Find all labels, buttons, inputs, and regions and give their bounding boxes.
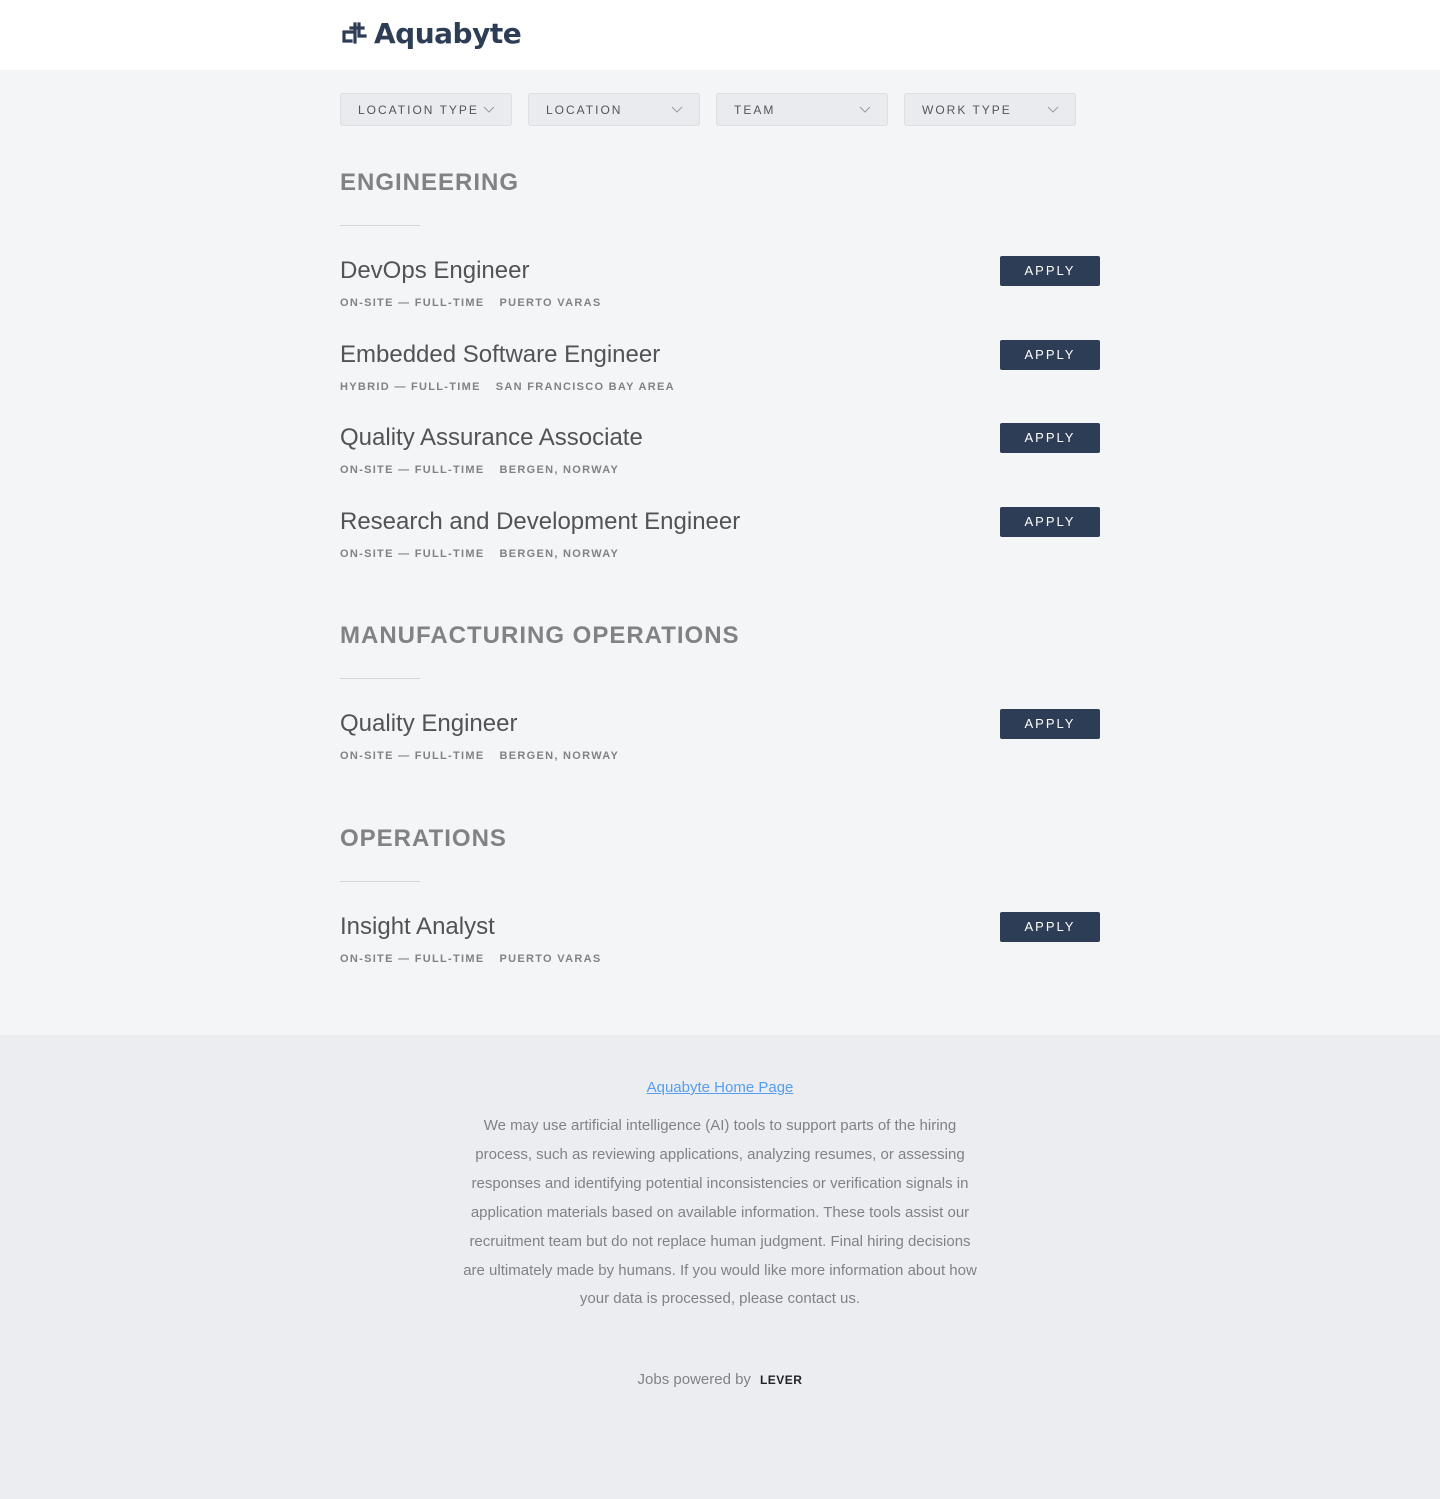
posting-title[interactable]: Insight Analyst bbox=[340, 912, 1100, 942]
group-title: MANUFACTURING OPERATIONS bbox=[340, 622, 740, 649]
posting-location: BERGEN, NORWAY bbox=[499, 464, 620, 476]
posting-location: PUERTO VARAS bbox=[499, 952, 602, 965]
posting-item: Quality Engineer ON-SITE — FULL-TIME BER… bbox=[340, 709, 1100, 793]
apply-button[interactable]: APPLY bbox=[1000, 709, 1100, 739]
powered-by: Jobs powered by LEVER bbox=[0, 1371, 1440, 1388]
chevron-down-icon bbox=[671, 106, 683, 113]
posting-title[interactable]: Research and Development Engineer bbox=[340, 507, 1100, 537]
chevron-down-icon bbox=[1047, 106, 1059, 113]
filter-bar: LOCATION TYPE LOCATION TEAM WORK TYPE bbox=[340, 70, 1100, 126]
group-title: ENGINEERING bbox=[340, 169, 520, 196]
apply-button[interactable]: APPLY bbox=[1000, 339, 1100, 370]
company-logo[interactable]: Aquabyte bbox=[340, 17, 522, 50]
filter-label: LOCATION TYPE bbox=[358, 102, 479, 117]
filter-label: TEAM bbox=[734, 102, 776, 117]
posting-commitment: ON-SITE — FULL-TIME bbox=[340, 547, 485, 560]
postings-container: LOCATION TYPE LOCATION TEAM WORK TYPE EN… bbox=[340, 70, 1100, 995]
posting-commitment: ON-SITE — FULL-TIME bbox=[340, 464, 485, 476]
posting-meta: ON-SITE — FULL-TIME BERGEN, NORWAY bbox=[340, 464, 1100, 476]
group-title: OPERATIONS bbox=[340, 824, 507, 852]
filter-location[interactable]: LOCATION bbox=[528, 93, 700, 126]
apply-button[interactable]: APPLY bbox=[1000, 506, 1100, 537]
chevron-down-icon bbox=[483, 106, 495, 113]
posting-location: PUERTO VARAS bbox=[499, 297, 602, 309]
posting-group-engineering: ENGINEERING DevOps Engineer ON-SITE — FU… bbox=[340, 168, 1100, 590]
posting-commitment: HYBRID — FULL-TIME bbox=[340, 380, 481, 393]
lever-logo[interactable]: LEVER bbox=[760, 1373, 803, 1387]
posting-item: Research and Development Engineer ON-SIT… bbox=[340, 506, 1100, 591]
logo-wordmark: Aquabyte bbox=[374, 17, 522, 50]
posting-meta: HYBRID — FULL-TIME SAN FRANCISCO BAY ARE… bbox=[340, 381, 1100, 393]
apply-button[interactable]: APPLY bbox=[1000, 911, 1100, 942]
apply-button[interactable]: APPLY bbox=[1000, 423, 1100, 453]
group-divider bbox=[340, 678, 420, 679]
posting-title[interactable]: Embedded Software Engineer bbox=[340, 340, 1100, 370]
posting-meta: ON-SITE — FULL-TIME PUERTO VARAS bbox=[340, 297, 1100, 309]
posting-commitment: ON-SITE — FULL-TIME bbox=[340, 750, 485, 762]
posting-group-manufacturing-operations: MANUFACTURING OPERATIONS Quality Enginee… bbox=[340, 621, 1100, 793]
posting-location: SAN FRANCISCO BAY AREA bbox=[495, 380, 675, 393]
filter-team[interactable]: TEAM bbox=[716, 93, 888, 126]
site-footer: Aquabyte Home Page We may use artificial… bbox=[0, 1035, 1440, 1499]
posting-item: DevOps Engineer ON-SITE — FULL-TIME PUER… bbox=[340, 256, 1100, 340]
posting-meta: ON-SITE — FULL-TIME PUERTO VARAS bbox=[340, 953, 1100, 965]
posting-location: BERGEN, NORWAY bbox=[499, 547, 620, 560]
posting-meta: ON-SITE — FULL-TIME BERGEN, NORWAY bbox=[340, 750, 1100, 762]
posting-commitment: ON-SITE — FULL-TIME bbox=[340, 952, 485, 965]
group-divider bbox=[340, 880, 420, 882]
filter-location-type[interactable]: LOCATION TYPE bbox=[340, 93, 512, 126]
posting-title[interactable]: Quality Engineer bbox=[340, 709, 1100, 739]
posting-group-operations: OPERATIONS Insight Analyst ON-SITE — FUL… bbox=[340, 824, 1100, 996]
filter-work-type[interactable]: WORK TYPE bbox=[904, 93, 1076, 126]
powered-by-text: Jobs powered by bbox=[637, 1371, 751, 1389]
posting-title[interactable]: DevOps Engineer bbox=[340, 256, 1100, 286]
posting-meta: ON-SITE — FULL-TIME BERGEN, NORWAY bbox=[340, 548, 1100, 560]
group-divider bbox=[340, 225, 420, 226]
posting-title[interactable]: Quality Assurance Associate bbox=[340, 423, 1100, 453]
posting-item: Insight Analyst ON-SITE — FULL-TIME PUER… bbox=[340, 911, 1100, 996]
filter-label: LOCATION bbox=[546, 102, 623, 117]
posting-item: Embedded Software Engineer HYBRID — FULL… bbox=[340, 339, 1100, 424]
posting-location: BERGEN, NORWAY bbox=[499, 750, 620, 762]
chevron-down-icon bbox=[859, 106, 871, 113]
filter-label: WORK TYPE bbox=[922, 102, 1012, 117]
aquabyte-logo-icon bbox=[342, 21, 367, 44]
home-page-link[interactable]: Aquabyte Home Page bbox=[647, 1079, 794, 1096]
posting-item: Quality Assurance Associate ON-SITE — FU… bbox=[340, 423, 1100, 507]
site-header: Aquabyte bbox=[0, 0, 1440, 70]
posting-commitment: ON-SITE — FULL-TIME bbox=[340, 297, 485, 309]
ai-disclaimer: We may use artificial intelligence (AI) … bbox=[463, 1117, 977, 1308]
apply-button[interactable]: APPLY bbox=[1000, 256, 1100, 286]
